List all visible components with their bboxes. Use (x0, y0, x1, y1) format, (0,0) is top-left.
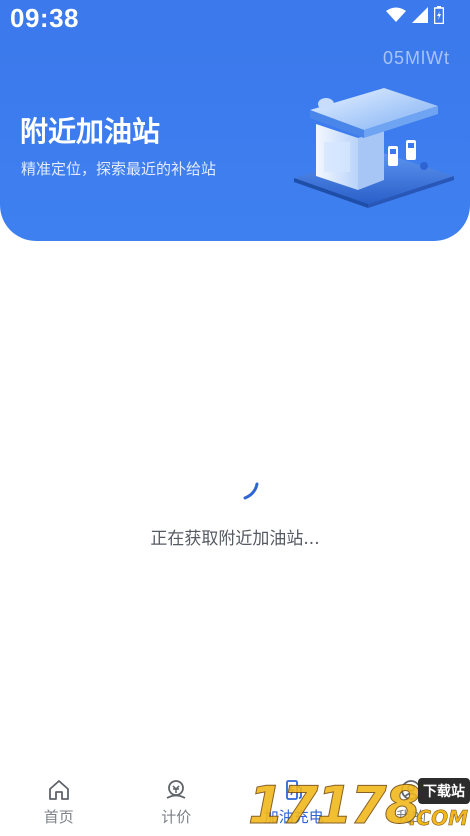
battery-icon (434, 6, 444, 24)
hero-banner: 05MlWt 附近加油站 精准定位，探索最近的补给站 (0, 34, 470, 241)
watermark-badge: 下载站 (418, 778, 470, 804)
status-bar: 09:38 (0, 0, 470, 34)
nav-item-pricing[interactable]: 计价 (118, 768, 236, 836)
wifi-icon (386, 7, 406, 22)
hero-code: 05MlWt (382, 48, 450, 68)
nav-item-home[interactable]: 首页 (0, 768, 118, 836)
watermark-domain: .COM (408, 806, 469, 831)
page-title: 附近加油站 (20, 115, 161, 148)
signal-icon (412, 7, 428, 23)
site-watermark: 17178 下载站 .COM (248, 776, 470, 836)
page-subtitle: 精准定位，探索最近的补给站 (21, 160, 217, 178)
status-time: 09:38 (10, 3, 79, 33)
loading-spinner-icon (243, 482, 259, 500)
gas-station-illustration (294, 88, 454, 208)
home-icon (48, 780, 69, 800)
loading-text: 正在获取附近加油站... (150, 529, 320, 549)
watermark-number: 17178 (248, 776, 422, 836)
nav-label-home: 首页 (43, 808, 74, 826)
nav-label-pricing: 计价 (161, 808, 192, 826)
pricing-icon (166, 780, 186, 799)
status-icons (386, 6, 444, 24)
